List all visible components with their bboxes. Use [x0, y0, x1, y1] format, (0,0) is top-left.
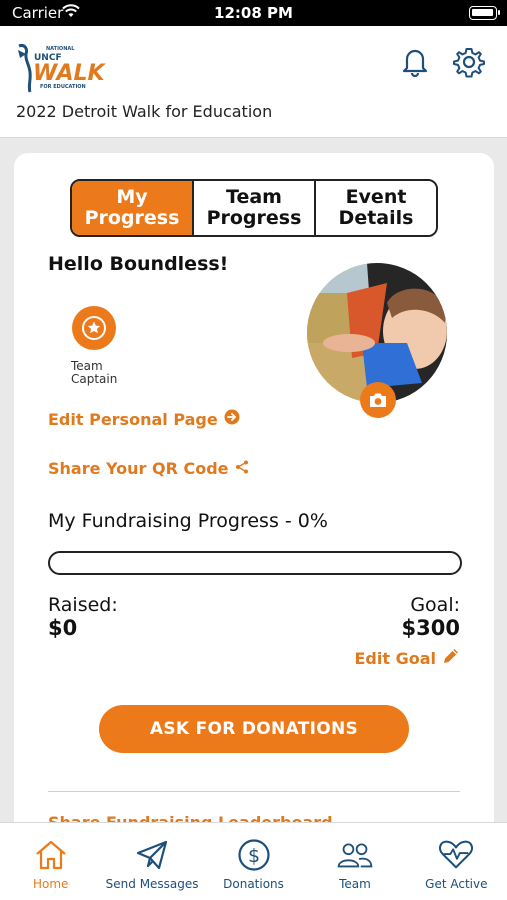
progress-card: My Progress Team Progress Event Details … [14, 153, 494, 843]
svg-text:NATIONAL: NATIONAL [46, 46, 75, 52]
tab-donations-label: Donations [223, 877, 284, 891]
goal-amount: $300 [401, 616, 460, 640]
tab-get-active-label: Get Active [425, 877, 488, 891]
pencil-icon [442, 647, 460, 669]
badge-label: Team Captain [71, 359, 118, 386]
tab-send-messages[interactable]: Send Messages [101, 823, 202, 900]
tab-home-label: Home [32, 877, 69, 891]
edit-personal-page-link[interactable]: Edit Personal Page [48, 409, 240, 429]
heart-pulse-icon [438, 837, 474, 873]
tab-team[interactable]: Team [304, 823, 405, 900]
goal-label: Goal: [410, 594, 460, 616]
ask-for-donations-button[interactable]: ASK FOR DONATIONS [99, 705, 409, 753]
share-qr-code-label: Share Your QR Code [48, 459, 229, 478]
dollar-icon: $ [236, 837, 272, 873]
progress-tabs: My Progress Team Progress Event Details [70, 179, 438, 237]
event-title: 2022 Detroit Walk for Education [16, 102, 273, 121]
fundraising-progress-bar [48, 551, 462, 575]
home-icon [33, 837, 69, 873]
tab-my-progress[interactable]: My Progress [72, 181, 194, 235]
status-bar: Carrier 12:08 PM [0, 0, 507, 26]
raised-amount: $0 [48, 616, 78, 640]
share-icon [235, 459, 249, 478]
tab-get-active[interactable]: Get Active [406, 823, 507, 900]
users-icon [337, 837, 373, 873]
tab-donations[interactable]: $ Donations [203, 823, 304, 900]
clock: 12:08 PM [214, 4, 293, 22]
svg-text:WALK: WALK [33, 61, 106, 86]
tab-team-label: Team [339, 877, 371, 891]
team-captain-badge-icon [72, 306, 116, 350]
app-header: NATIONAL UNCF WALK FOR EDUCATION 2022 De… [0, 26, 507, 138]
divider [48, 791, 460, 792]
battery-icon [469, 6, 500, 20]
raised-label: Raised: [48, 594, 118, 616]
edit-goal-label: Edit Goal [354, 648, 437, 668]
tab-send-messages-label: Send Messages [105, 877, 199, 891]
svg-text:FOR EDUCATION: FOR EDUCATION [40, 84, 86, 90]
header-actions [399, 46, 485, 78]
edit-goal-link[interactable]: Edit Goal [355, 647, 461, 669]
bell-icon[interactable] [399, 46, 431, 78]
edit-personal-page-label: Edit Personal Page [48, 409, 218, 429]
camera-icon[interactable] [360, 382, 396, 418]
share-qr-code-link[interactable]: Share Your QR Code [48, 459, 249, 478]
paper-plane-icon [134, 837, 170, 873]
uncf-walk-logo: NATIONAL UNCF WALK FOR EDUCATION [16, 42, 107, 94]
tab-team-progress[interactable]: Team Progress [194, 181, 316, 235]
arrow-right-circle-icon [224, 409, 240, 429]
svg-text:$: $ [247, 845, 259, 867]
greeting: Hello Boundless! [48, 253, 229, 275]
bottom-tab-bar: Home Send Messages $ Donations Team Get … [0, 822, 507, 900]
fundraising-progress-title: My Fundraising Progress - 0% [48, 510, 328, 532]
tab-home[interactable]: Home [0, 823, 101, 900]
gear-icon[interactable] [453, 46, 485, 78]
tab-event-details[interactable]: Event Details [316, 181, 436, 235]
